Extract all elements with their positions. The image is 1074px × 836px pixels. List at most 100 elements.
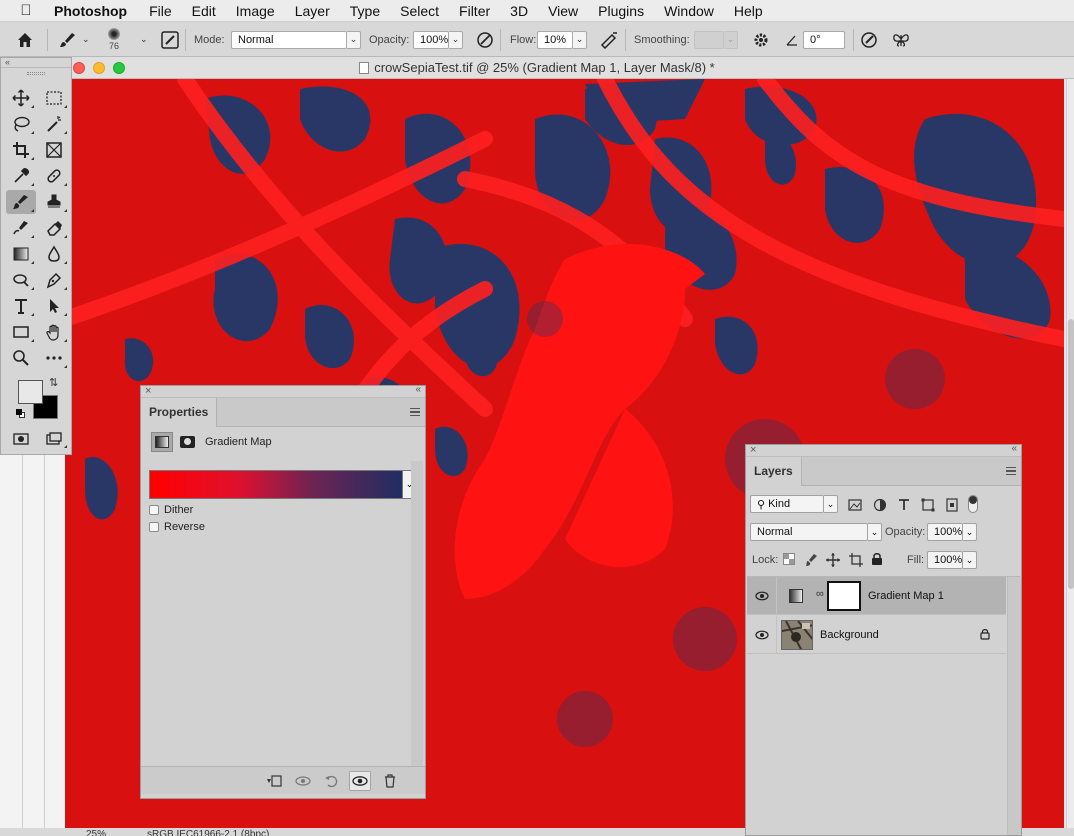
path-selection-tool[interactable] [39, 294, 69, 318]
dodge-tool[interactable] [6, 268, 36, 292]
layer-name[interactable]: Background [820, 629, 879, 641]
layer-fill-input[interactable]: 100% [927, 551, 963, 569]
tab-layers[interactable]: Layers [746, 457, 802, 486]
quick-mask-button[interactable] [6, 428, 36, 450]
chevron-down-icon[interactable]: ⌄ [963, 551, 977, 569]
lock-transparent-icon[interactable] [783, 553, 795, 565]
screen-mode-button[interactable] [39, 428, 69, 450]
tab-properties[interactable]: Properties [141, 398, 218, 427]
flow-input[interactable]: 10% [537, 30, 573, 49]
chevron-down-icon[interactable]: ⌄ [824, 495, 838, 513]
menu-edit[interactable]: Edit [182, 3, 226, 19]
brush-size-picker[interactable]: 76 [108, 22, 120, 57]
hand-tool[interactable] [39, 320, 69, 344]
layer-filter-select[interactable]: ⚲ Kind [750, 495, 824, 513]
collapse-toolbar-icon[interactable]: « [1, 58, 71, 68]
chevron-down-icon[interactable]: ⌄ [963, 523, 977, 541]
menu-help[interactable]: Help [724, 3, 773, 19]
gradient-preview[interactable] [149, 470, 403, 499]
tool-preset-picker[interactable]: ⌄ [58, 22, 90, 57]
smoothing-input[interactable] [694, 30, 724, 49]
menu-filter[interactable]: Filter [449, 3, 500, 19]
view-previous-state-button[interactable] [292, 771, 314, 791]
close-panel-icon[interactable]: × [145, 385, 151, 397]
magic-wand-tool[interactable] [39, 112, 69, 136]
toggle-visibility-button[interactable] [349, 771, 371, 791]
lock-all-icon[interactable] [871, 552, 883, 566]
color-profile[interactable]: sRGB IEC61966-2.1 (8bpc) [147, 828, 269, 836]
eraser-tool[interactable] [39, 216, 69, 240]
filter-shape-icon[interactable] [921, 498, 935, 512]
pressure-opacity-button[interactable] [476, 22, 494, 57]
close-panel-icon[interactable]: × [750, 444, 756, 456]
marquee-tool[interactable] [39, 86, 69, 110]
menu-select[interactable]: Select [390, 3, 449, 19]
filter-pixel-icon[interactable] [848, 498, 862, 512]
home-button[interactable] [16, 22, 34, 57]
collapse-panel-icon[interactable]: « [1011, 443, 1017, 454]
dither-checkbox-row[interactable]: Dither [149, 504, 193, 516]
dither-checkbox[interactable] [149, 505, 159, 515]
layer-mask-thumbnail[interactable] [827, 581, 861, 611]
airbrush-button[interactable] [599, 22, 619, 57]
clone-stamp-tool[interactable] [39, 190, 69, 214]
menu-file[interactable]: File [139, 3, 182, 19]
zoom-tool[interactable] [6, 346, 36, 370]
pressure-size-button[interactable] [860, 22, 878, 57]
brush-settings-toggle[interactable] [160, 22, 180, 57]
crop-tool[interactable] [6, 138, 36, 162]
layers-scrollbar[interactable] [1007, 577, 1021, 835]
foreground-color-swatch[interactable] [18, 380, 43, 404]
zoom-level[interactable]: 25% [86, 828, 106, 836]
delete-adjustment-button[interactable] [379, 771, 401, 791]
swap-colors-icon[interactable]: ⇅ [49, 376, 58, 389]
chevron-down-icon[interactable]: ⌄ [347, 30, 361, 49]
mask-icon[interactable] [177, 433, 197, 451]
type-tool[interactable] [6, 294, 36, 318]
frame-tool[interactable] [39, 138, 69, 162]
collapse-panel-icon[interactable]: « [415, 384, 421, 395]
eye-icon[interactable] [755, 628, 769, 642]
layer-row-background[interactable]: Background [747, 616, 1006, 654]
history-brush-tool[interactable] [6, 216, 36, 240]
opacity-input[interactable]: 100% [413, 30, 449, 49]
more-tools[interactable] [39, 346, 69, 370]
mode-select[interactable]: Normal [231, 30, 347, 49]
chevron-down-icon[interactable]: ⌄ [573, 30, 587, 49]
chevron-down-icon[interactable]: ⌄ [140, 22, 148, 57]
menu-view[interactable]: View [538, 3, 588, 19]
blend-mode-select[interactable]: Normal [750, 523, 868, 541]
menu-image[interactable]: Image [226, 3, 285, 19]
lock-pixels-icon[interactable] [805, 553, 819, 567]
pen-tool[interactable] [39, 268, 69, 292]
blur-tool[interactable] [39, 242, 69, 266]
healing-brush-tool[interactable] [39, 164, 69, 188]
adjustment-gradient-icon[interactable] [151, 432, 173, 452]
menu-type[interactable]: Type [340, 3, 390, 19]
lasso-tool[interactable] [6, 112, 36, 136]
panel-menu-icon[interactable] [1006, 467, 1016, 475]
reverse-checkbox-row[interactable]: Reverse [149, 521, 205, 533]
default-colors-icon[interactable] [16, 409, 26, 419]
lock-artboard-icon[interactable] [849, 553, 863, 567]
reset-adjustment-button[interactable] [321, 771, 343, 791]
apple-menu-icon[interactable]:  [0, 2, 52, 19]
lock-position-icon[interactable] [826, 553, 840, 567]
brush-angle-input[interactable]: 0° [803, 30, 845, 49]
symmetry-button[interactable] [891, 22, 911, 57]
layer-name[interactable]: Gradient Map 1 [868, 590, 944, 602]
reverse-checkbox[interactable] [149, 522, 159, 532]
brush-tool[interactable] [6, 190, 36, 214]
panel-menu-icon[interactable] [410, 408, 420, 416]
menu-window[interactable]: Window [654, 3, 724, 19]
app-menu[interactable]: Photoshop [52, 3, 139, 19]
filter-smart-object-icon[interactable] [945, 498, 959, 512]
toolbar-grip[interactable] [27, 72, 45, 75]
filter-toggle[interactable] [968, 495, 978, 513]
layer-row-gradient-map[interactable]: ∞ Gradient Map 1 [747, 577, 1006, 615]
menu-layer[interactable]: Layer [285, 3, 340, 19]
rectangle-tool[interactable] [6, 320, 36, 344]
chevron-down-icon[interactable]: ⌄ [449, 30, 463, 49]
scrollbar-thumb[interactable] [1068, 319, 1074, 589]
link-icon[interactable]: ∞ [816, 588, 824, 600]
